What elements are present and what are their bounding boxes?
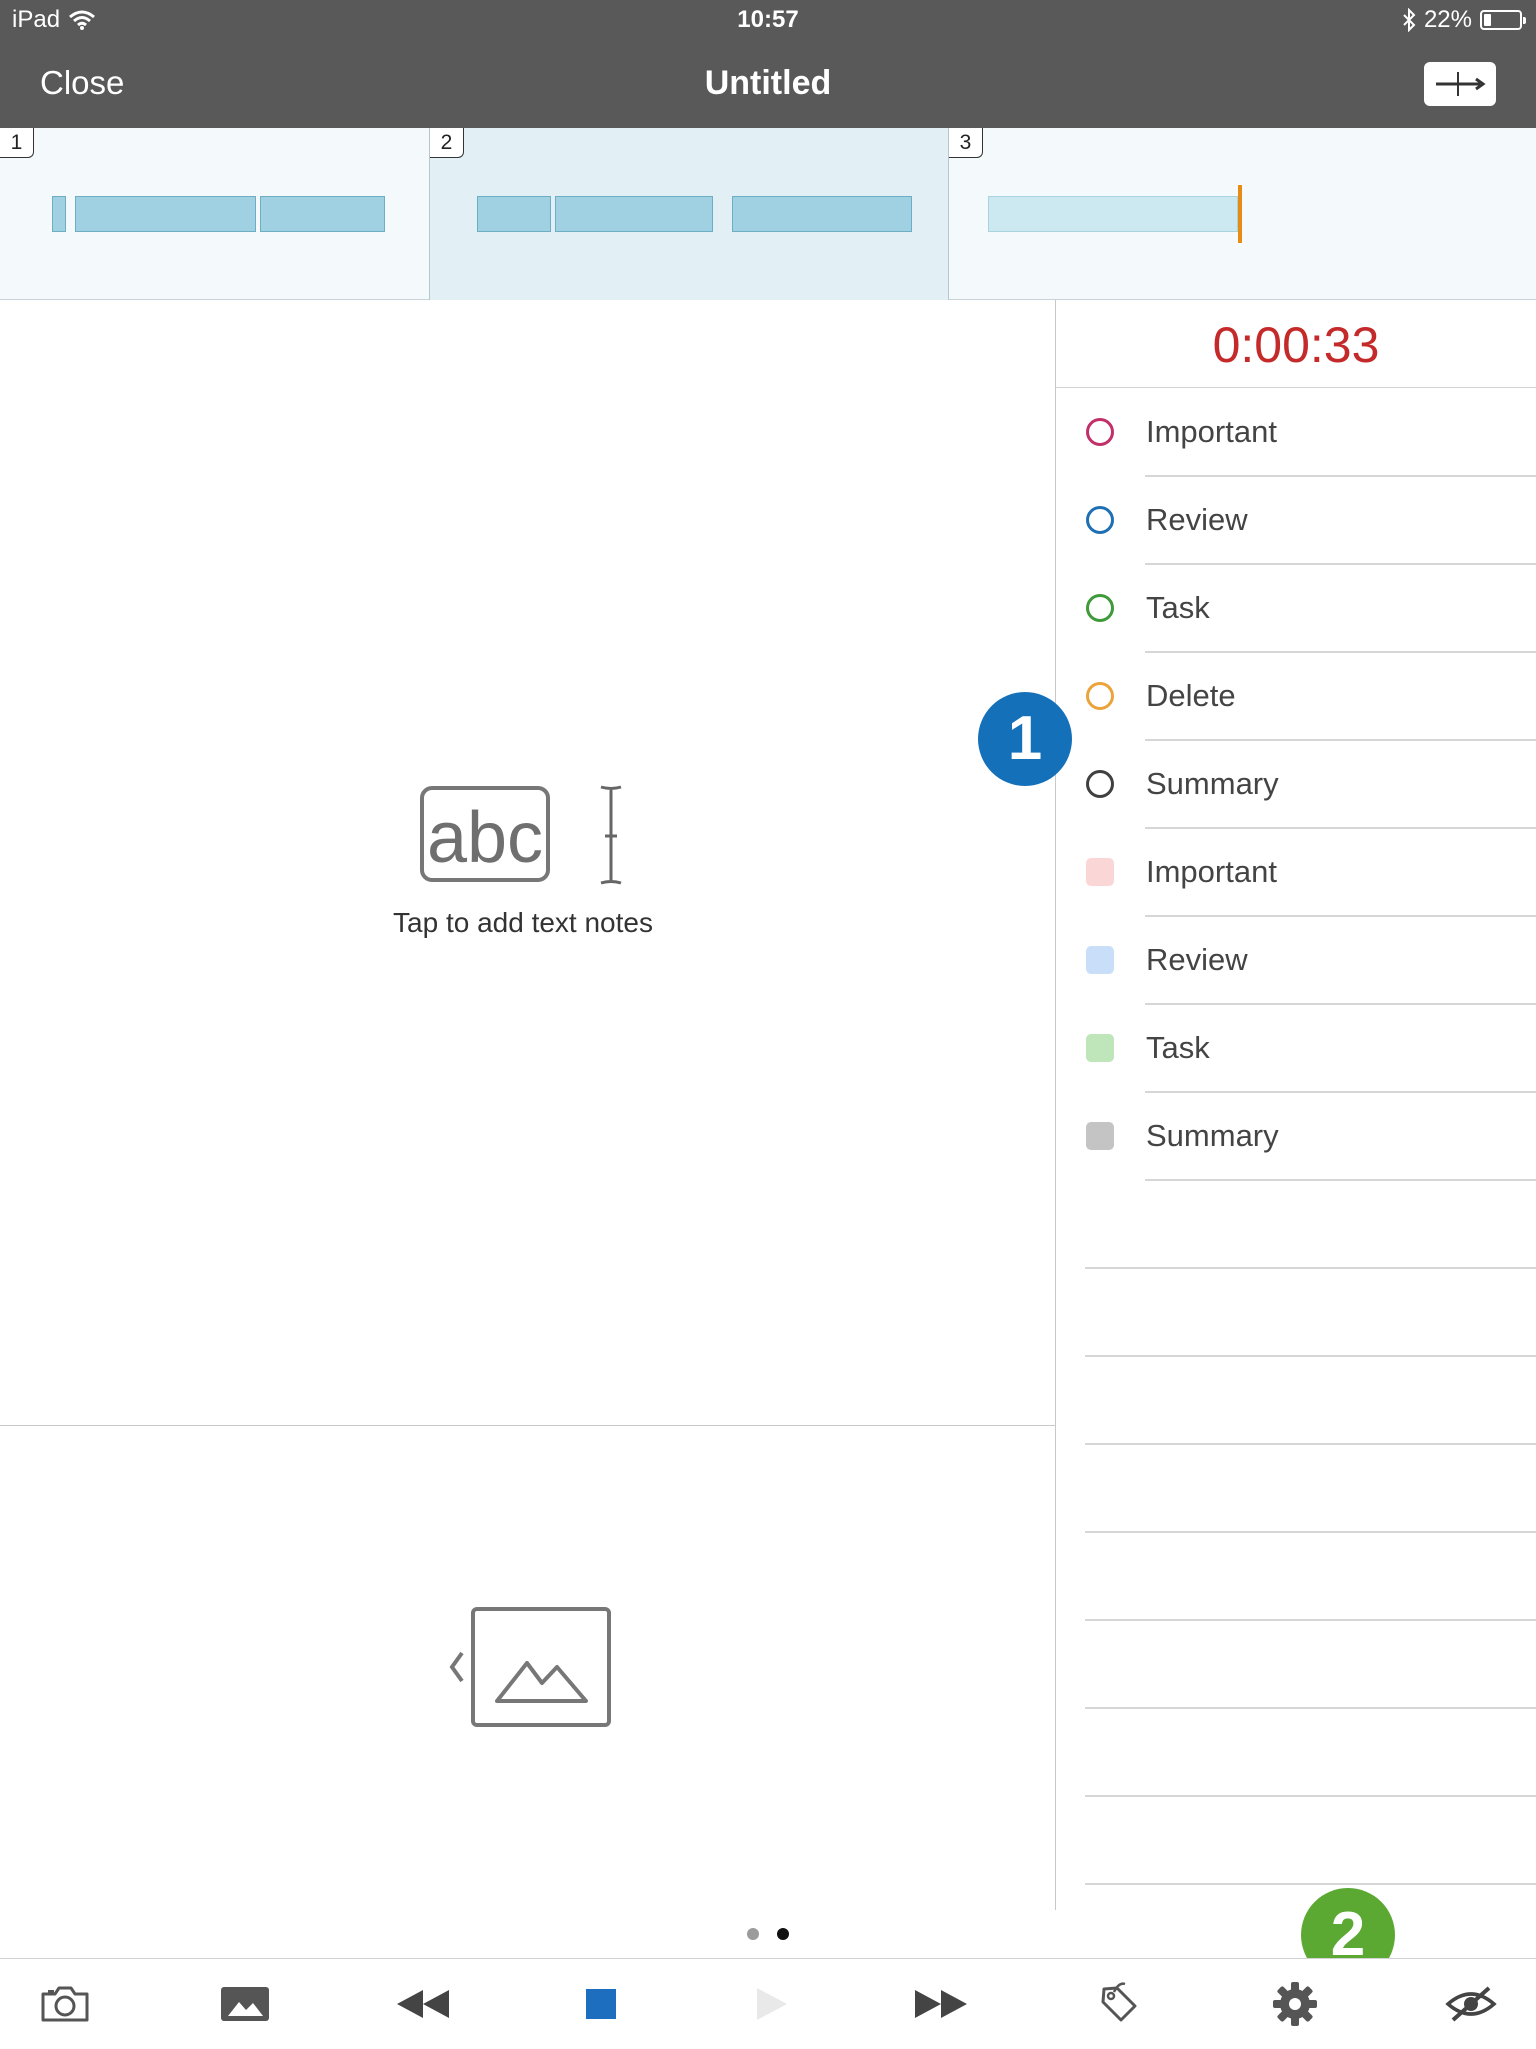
photo-icon	[221, 1987, 269, 2021]
timeline-segment	[732, 196, 912, 232]
page-dot-2[interactable]	[777, 1928, 789, 1940]
list-separator	[1145, 1179, 1536, 1181]
circle-marker-icon	[1086, 506, 1114, 534]
tag-button[interactable]	[1074, 1959, 1164, 2049]
list-separator	[1145, 739, 1536, 741]
list-separator	[1145, 1091, 1536, 1093]
highlight-swatch-icon	[1086, 1034, 1114, 1062]
timeline-segment	[988, 196, 1238, 232]
list-separator	[1145, 827, 1536, 829]
split-button[interactable]	[1424, 62, 1496, 106]
list-separator	[1145, 563, 1536, 565]
tag-row-important[interactable]: Important	[1056, 828, 1536, 916]
settings-button[interactable]	[1250, 1959, 1340, 2049]
tag-label: Summary	[1146, 1118, 1279, 1153]
tag-row-summary[interactable]: Summary	[1056, 1092, 1536, 1180]
page-number: 2	[430, 128, 464, 158]
highlight-swatch-icon	[1086, 858, 1114, 886]
text-notes-hint: Tap to add text notes	[393, 907, 653, 938]
image-placeholder-icon	[449, 1607, 611, 1727]
tag-label: Summary	[1146, 766, 1279, 801]
tag-label: Review	[1146, 942, 1248, 977]
tag-icon	[1101, 1982, 1137, 2022]
list-separator	[1085, 1619, 1536, 1621]
page-thumbnail-2[interactable]: 2	[430, 128, 949, 300]
circle-marker-icon	[1086, 418, 1114, 446]
circle-marker-icon	[1086, 682, 1114, 710]
text-notes-placeholder: abc	[427, 798, 543, 878]
list-separator	[1145, 915, 1536, 917]
timeline-segment	[555, 196, 713, 232]
fast-forward-icon	[915, 1990, 967, 2018]
bottom-toolbar	[0, 1958, 1536, 2048]
page-indicator[interactable]	[0, 1928, 1536, 1940]
callout-badge-1: 1	[978, 692, 1072, 786]
highlight-swatch-icon	[1086, 1122, 1114, 1150]
timeline-segment	[477, 196, 551, 232]
page-thumbnail-3[interactable]: 3	[949, 128, 1536, 300]
list-separator	[1085, 1795, 1536, 1797]
list-separator	[1085, 1883, 1536, 1885]
list-separator	[1145, 475, 1536, 477]
tag-label: Important	[1146, 854, 1277, 889]
camera-button[interactable]	[20, 1959, 110, 2049]
tag-row-task[interactable]: Task	[1056, 1004, 1536, 1092]
recording-timer: 0:00:33	[1056, 300, 1536, 388]
status-time: 10:57	[737, 6, 799, 33]
photo-library-button[interactable]	[200, 1959, 290, 2049]
circle-marker-icon	[1086, 594, 1114, 622]
list-separator	[1085, 1707, 1536, 1709]
page-dot-1[interactable]	[747, 1928, 759, 1940]
document-title: Untitled	[704, 64, 832, 102]
settings-icon	[1273, 1982, 1317, 2026]
fast-forward-button[interactable]	[896, 1959, 986, 2049]
list-separator	[1085, 1443, 1536, 1445]
bluetooth-icon	[1403, 8, 1416, 32]
text-notes-icon: abc	[420, 785, 622, 885]
timeline-segment	[260, 196, 385, 232]
rewind-button[interactable]	[378, 1959, 468, 2049]
play-icon	[757, 1988, 787, 2020]
rewind-icon	[397, 1990, 449, 2018]
camera-icon	[41, 1986, 89, 2022]
page-number: 3	[949, 128, 983, 158]
timeline-segment	[52, 196, 66, 232]
play-button[interactable]	[726, 1959, 816, 2049]
page-number: 1	[0, 128, 34, 158]
stop-button[interactable]	[556, 1959, 646, 2049]
tag-label: Review	[1146, 502, 1248, 537]
tag-label: Task	[1146, 1030, 1210, 1065]
page-strip: 1 2 3	[0, 128, 1536, 300]
list-separator	[1085, 1267, 1536, 1269]
page-thumbnail-1[interactable]: 1	[0, 128, 430, 300]
highlight-swatch-icon	[1086, 946, 1114, 974]
list-separator	[1145, 1003, 1536, 1005]
stop-icon	[586, 1989, 616, 2019]
tag-row-task[interactable]: Task	[1056, 564, 1536, 652]
list-separator	[1145, 651, 1536, 653]
tag-label: Delete	[1146, 678, 1236, 713]
battery-percent: 22%	[1423, 6, 1472, 33]
hide-icon	[1445, 1986, 1497, 2022]
tag-row-delete[interactable]: Delete	[1056, 652, 1536, 740]
list-separator	[1085, 1531, 1536, 1533]
tag-row-review[interactable]: Review	[1056, 476, 1536, 564]
playhead-cursor[interactable]	[1238, 185, 1242, 243]
hide-button[interactable]	[1426, 1959, 1516, 2049]
tag-label: Task	[1146, 590, 1210, 625]
tag-row-important[interactable]: Important	[1056, 388, 1536, 476]
split-icon	[1436, 72, 1486, 96]
top-bar: iPad 10:57 22% Close Untitled	[0, 0, 1536, 128]
circle-marker-icon	[1086, 770, 1114, 798]
status-right: 22%	[1402, 6, 1526, 34]
tag-label: Important	[1146, 414, 1277, 449]
tag-row-review[interactable]: Review	[1056, 916, 1536, 1004]
timeline-segment	[75, 196, 256, 232]
tag-row-summary[interactable]: Summary	[1056, 740, 1536, 828]
battery-icon	[1480, 10, 1526, 30]
list-separator	[1085, 1355, 1536, 1357]
